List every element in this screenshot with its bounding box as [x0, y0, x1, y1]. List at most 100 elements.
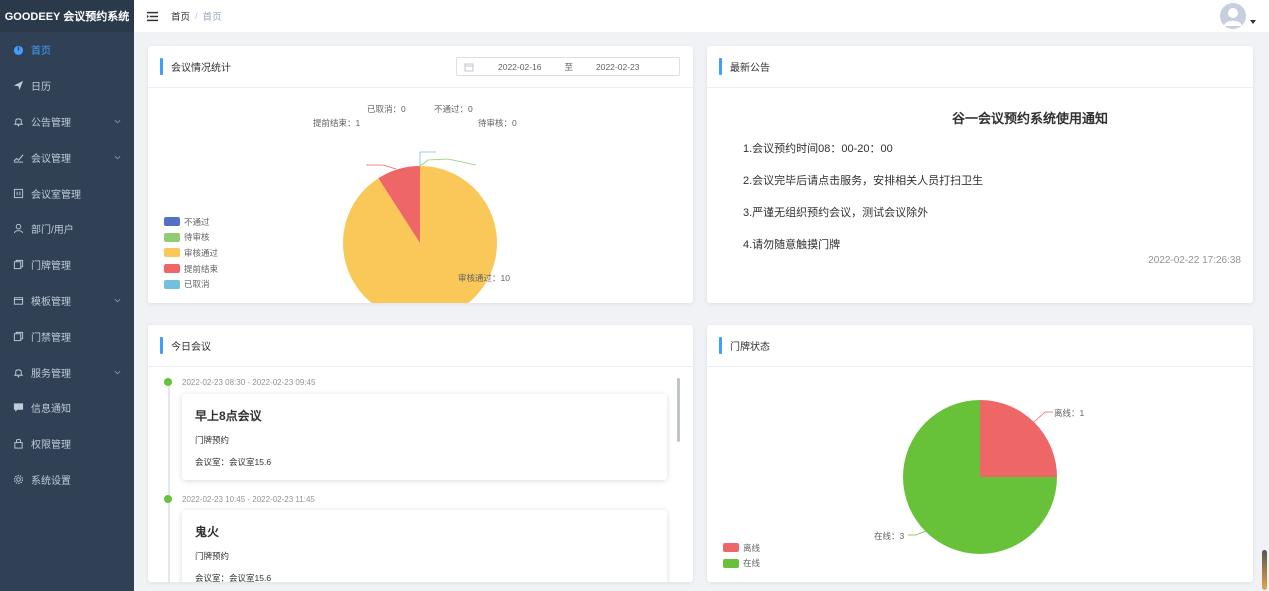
hamburger-icon[interactable] — [145, 9, 159, 23]
timeline-scrollbar[interactable] — [677, 378, 680, 442]
sidebar-item[interactable]: 门禁管理 — [0, 318, 134, 354]
label-early-end: 提前结束：1 — [313, 118, 361, 128]
sidebar-item[interactable]: 会议管理 — [0, 139, 134, 175]
topbar: 首页 / 首页 — [134, 0, 1269, 32]
page-scrollbar[interactable] — [1262, 550, 1267, 590]
legend-item[interactable]: 离线 — [723, 540, 760, 556]
legend-label: 待审核 — [184, 232, 210, 243]
lock-icon — [12, 438, 24, 450]
legend-item[interactable]: 不通过 — [164, 214, 218, 230]
avatar[interactable] — [1220, 3, 1246, 29]
notice-card: 最新公告 谷一会议预约系统使用通知 1.会议预约时间08：00-20：00 2.… — [707, 46, 1253, 303]
folder-icon — [12, 294, 24, 306]
label-approved: 审核通过：10 — [458, 273, 510, 283]
sidebar-item-label: 会议管理 — [31, 153, 71, 165]
legend-label: 离线 — [743, 542, 761, 553]
user-avatar-icon — [1224, 8, 1242, 26]
legend-swatch — [723, 543, 739, 553]
date-end[interactable]: 2022-02-23 — [596, 62, 639, 72]
legend-item[interactable]: 待审核 — [164, 230, 218, 246]
sidebar-item-label: 会议室管理 — [31, 189, 81, 201]
label-offline: 离线：1 — [1054, 408, 1085, 418]
breadcrumb-current: 首页 — [202, 12, 222, 23]
meeting-type: 门牌预约 — [195, 435, 230, 445]
legend-label: 审核通过 — [184, 247, 219, 258]
sidebar-item[interactable]: 部门/用户 — [0, 211, 134, 247]
pie-leader-line — [419, 158, 477, 167]
legend-item[interactable]: 已取消 — [164, 276, 218, 292]
sidebar-item[interactable]: 系统设置 — [0, 462, 134, 498]
legend-item[interactable]: 审核通过 — [164, 245, 218, 261]
sidebar: GOODEEY 会议预约系统 首页日历 公告管理会议管理会议室管理部门/用户门牌管… — [0, 0, 134, 591]
header-accent-bar — [719, 337, 722, 354]
door-status-pie — [903, 400, 1057, 554]
legend-item[interactable]: 在线 — [723, 556, 760, 572]
chevron-down-icon — [113, 368, 121, 376]
sidebar-item[interactable]: 门牌管理 — [0, 247, 134, 283]
meeting-room: 会议室：会议室15.6 — [195, 457, 272, 467]
stats-card-header: 会议情况统计 2022-02-16 至 2022-02-23 — [148, 46, 693, 88]
bell-icon — [12, 366, 24, 378]
sidebar-item[interactable]: 权限管理 — [0, 426, 134, 462]
notice-card-header: 最新公告 — [707, 46, 1253, 88]
sidebar-item[interactable]: 公告管理 — [0, 104, 134, 140]
sidebar-item-label: 门牌管理 — [31, 261, 71, 273]
sidebar-item[interactable]: 服务管理 — [0, 354, 134, 390]
sidebar-item[interactable]: 信息通知 — [0, 390, 134, 426]
sidebar-item[interactable]: 模板管理 — [0, 283, 134, 319]
sidebar-item-label: 部门/用户 — [31, 225, 74, 237]
breadcrumb-home[interactable]: 首页 — [171, 9, 190, 23]
legend-swatch — [164, 248, 180, 258]
notice-card-title: 最新公告 — [730, 63, 770, 74]
legend-label: 不通过 — [184, 216, 210, 227]
notice-line: 1.会议预约时间08：00-20：00 — [743, 143, 893, 155]
meeting-card[interactable]: 鬼火 门牌预约 会议室：会议室15.6 — [182, 510, 667, 582]
copy-icon — [12, 330, 24, 342]
meeting-stats-pie — [343, 151, 497, 303]
legend-label: 在线 — [743, 558, 761, 569]
stats-card: 会议情况统计 2022-02-16 至 2022-02-23 已取消：0 不通过… — [148, 46, 693, 303]
gear-icon — [12, 473, 24, 485]
breadcrumb: 首页 / 首页 — [171, 9, 222, 24]
legend-item[interactable]: 提前结束 — [164, 261, 218, 277]
copy-icon — [12, 259, 24, 271]
meeting-card[interactable]: 早上8点会议 门牌预约 会议室：会议室15.6 — [182, 394, 667, 480]
app-logo: GOODEEY 会议预约系统 — [0, 0, 134, 32]
user-icon — [12, 223, 24, 235]
today-card-header: 今日会议 — [148, 325, 693, 367]
dashboard-icon — [12, 44, 24, 56]
breadcrumb-separator: / — [195, 10, 198, 22]
meeting-timeline[interactable]: 2022-02-23 08:30 - 2022-02-23 09:45 早上8点… — [148, 368, 693, 582]
date-start[interactable]: 2022-02-16 — [498, 62, 541, 72]
caret-down-icon[interactable] — [1250, 19, 1256, 25]
calendar-icon — [464, 63, 474, 71]
today-card-title: 今日会议 — [171, 342, 211, 353]
legend-swatch — [723, 558, 739, 568]
header-accent-bar — [719, 58, 722, 75]
label-pending: 待审核：0 — [478, 118, 517, 128]
meeting-time: 2022-02-23 10:45 - 2022-02-23 11:45 — [182, 495, 315, 504]
meeting-title: 早上8点会议 — [195, 409, 262, 423]
date-range-picker[interactable]: 2022-02-16 至 2022-02-23 — [456, 57, 680, 76]
label-online: 在线：3 — [874, 531, 905, 541]
legend-swatch — [164, 217, 180, 227]
pie-slice[interactable] — [980, 400, 1057, 477]
chevron-down-icon — [113, 296, 121, 304]
header-accent-bar — [160, 58, 163, 75]
legend-swatch — [164, 279, 180, 289]
notice-line: 2.会议完毕后请点击服务，安排相关人员打扫卫生 — [743, 175, 984, 187]
sidebar-item-label: 模板管理 — [31, 296, 71, 308]
message-icon — [12, 402, 24, 414]
sidebar-item-label: 系统设置 — [31, 475, 71, 487]
legend-swatch — [164, 232, 180, 242]
sidebar-item-label: 首页 — [31, 46, 51, 58]
notice-line: 4.请勿随意触摸门牌 — [743, 239, 841, 251]
pie-leader-line — [1033, 411, 1053, 423]
sidebar-item[interactable]: 首页 — [0, 32, 134, 68]
stats-card-title: 会议情况统计 — [171, 63, 231, 74]
sidebar-menu: 首页日历 公告管理会议管理会议室管理部门/用户门牌管理模板管理门禁管理 服务管理 信息… — [0, 32, 134, 497]
meeting-room: 会议室：会议室15.6 — [195, 573, 272, 582]
sidebar-item[interactable]: 日历 — [0, 68, 134, 104]
sidebar-item[interactable]: 会议室管理 — [0, 175, 134, 211]
label-rejected: 不通过：0 — [434, 104, 473, 114]
